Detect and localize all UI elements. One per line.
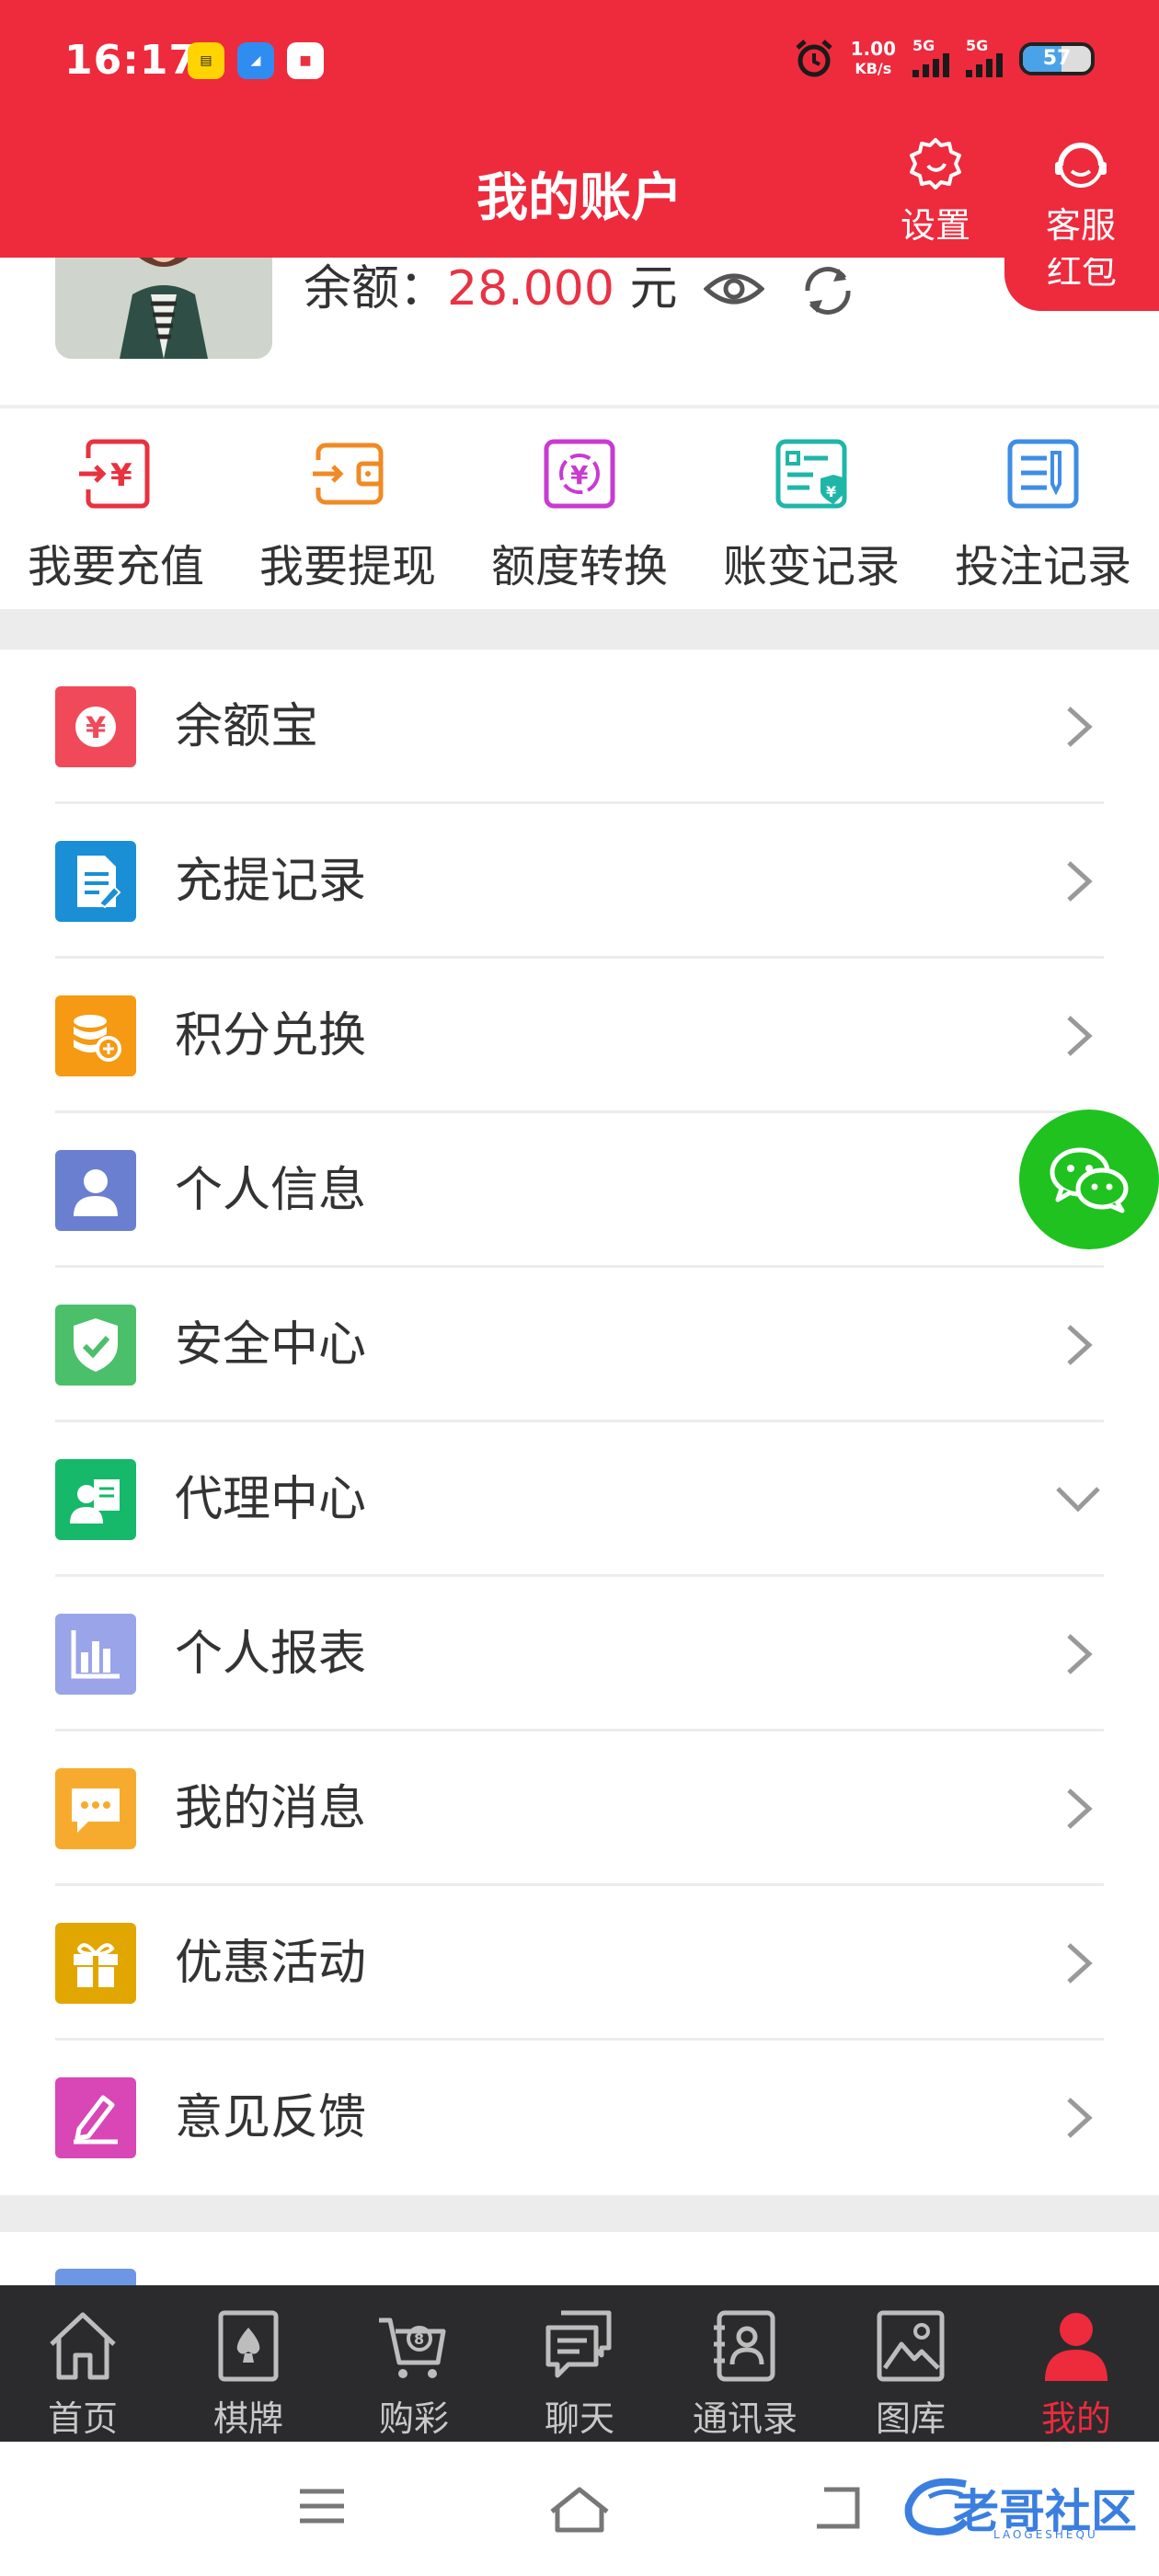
gear-icon (910, 138, 961, 190)
menu-item-feedback[interactable]: 意见反馈 (0, 2041, 1159, 2195)
home-icon (50, 2312, 116, 2380)
menu-item-security-center[interactable]: 安全中心 (0, 1268, 1159, 1422)
agent-icon (55, 1459, 136, 1540)
chevron-right-icon (1067, 1016, 1093, 1056)
tab-home[interactable]: 首页 (0, 2285, 166, 2442)
menu-item-points-exchange[interactable]: 积分兑换 (0, 959, 1159, 1113)
quick-action-withdraw[interactable]: 我要提现 (232, 408, 464, 609)
quick-actions: ¥ 我要充值 我要提现 ¥ 额度转换 ¥ 账变记录 投注记录 (0, 408, 1159, 609)
header-bar: 16:17 ▤ ◢ ■ 1.00 KB/s 5G 5G 57 我的账户 设置 客… (0, 0, 1159, 258)
svg-text:8: 8 (414, 2330, 424, 2348)
menu-icon-partial (55, 2269, 136, 2287)
signal-icon: 5G (912, 37, 949, 77)
menu-icon[interactable] (296, 2484, 348, 2528)
feedback-icon (55, 2077, 136, 2158)
gift-icon (55, 1923, 136, 2004)
recharge-icon: ¥ (79, 439, 150, 509)
wechat-icon (1050, 1147, 1129, 1213)
menu-item-personal-report[interactable]: 个人报表 (0, 1577, 1159, 1731)
customer-service-button[interactable]: 客服 (1030, 136, 1131, 247)
tab-mine[interactable]: 我的 (993, 2285, 1159, 2442)
svg-text:¥: ¥ (86, 710, 106, 745)
menu-item-yuebao[interactable]: ¥ 余额宝 (0, 650, 1159, 804)
points-icon (55, 995, 136, 1076)
headset-icon (1055, 143, 1107, 188)
quick-action-transfer[interactable]: ¥ 额度转换 (464, 408, 695, 609)
balance-display: 余额：28.000 元 (304, 261, 678, 316)
menu-item-personal-info[interactable]: 个人信息 (0, 1113, 1159, 1268)
shield-icon (55, 1305, 136, 1386)
menu-item-promotions[interactable]: 优惠活动 (0, 1886, 1159, 2041)
app-notification-icon: ◢ (237, 42, 274, 79)
cart-icon: 8 (379, 2317, 446, 2378)
account-change-icon: ¥ (775, 439, 847, 509)
refresh-icon[interactable] (798, 263, 857, 318)
chevron-right-icon (1067, 861, 1093, 902)
status-indicators: 1.00 KB/s 5G 5G 57 (794, 37, 1095, 79)
chevron-right-icon (1067, 1788, 1093, 1829)
quick-action-account-change[interactable]: ¥ 账变记录 (695, 408, 927, 609)
menu-item-my-messages[interactable]: 我的消息 (0, 1731, 1159, 1886)
chevron-right-icon (1067, 1943, 1093, 1984)
svg-text:¥: ¥ (110, 457, 132, 494)
tab-gallery[interactable]: 图库 (828, 2285, 993, 2442)
wechat-float-button[interactable] (1019, 1110, 1159, 1249)
app-notification-icon: ■ (287, 42, 324, 79)
home-nav-icon[interactable] (548, 2484, 611, 2536)
svg-text:¥: ¥ (570, 460, 589, 490)
chevron-right-icon (1067, 707, 1093, 747)
chevron-right-icon (1067, 1634, 1093, 1674)
section-gap (0, 609, 1159, 650)
cards-icon (218, 2310, 279, 2382)
chevron-right-icon (1067, 2098, 1093, 2138)
net-speed: 1.00 KB/s (850, 38, 896, 77)
tab-chat[interactable]: 聊天 (497, 2285, 662, 2442)
transfer-icon: ¥ (544, 439, 615, 509)
quick-action-bet-record[interactable]: 投注记录 (927, 408, 1159, 609)
report-icon (55, 1614, 136, 1695)
avatar[interactable] (55, 248, 272, 359)
record-icon (55, 841, 136, 922)
tab-contacts[interactable]: 通讯录 (662, 2285, 828, 2442)
settings-button[interactable]: 设置 (885, 136, 986, 247)
chat-icon (545, 2310, 612, 2378)
status-app-icons: ▤ ◢ ■ (188, 42, 324, 79)
battery-icon: 57 (1019, 42, 1095, 75)
chevron-right-icon (1067, 1325, 1093, 1365)
signal-icon: 5G (966, 37, 1003, 77)
tab-lottery[interactable]: 8 购彩 (331, 2285, 497, 2442)
message-icon (55, 1768, 136, 1849)
tab-cards[interactable]: 棋牌 (166, 2285, 331, 2442)
yuebao-icon: ¥ (55, 686, 136, 767)
watermark: 老哥社区 LAOGESHEQU (901, 2475, 1150, 2541)
alarm-icon (795, 40, 832, 77)
withdraw-icon (311, 443, 384, 505)
user-icon (55, 1150, 136, 1231)
profile-icon (1045, 2313, 1107, 2381)
status-time: 16:17 (64, 37, 199, 84)
svg-text:¥: ¥ (826, 483, 836, 500)
section-gap (0, 2195, 1159, 2232)
contacts-icon (714, 2310, 775, 2382)
menu-item-recharge-withdraw-record[interactable]: 充提记录 (0, 804, 1159, 959)
menu-list: ¥ 余额宝 充提记录 积分兑换 个人信息 安全中心 代理中心 个人报表 我的消息… (0, 650, 1159, 2195)
back-icon[interactable] (809, 2484, 861, 2532)
bottom-tab-bar: 首页 棋牌 8 购彩 聊天 通讯录 图库 我的 (0, 2285, 1159, 2442)
red-packet-button[interactable]: 红包 (1004, 248, 1159, 311)
balance-amount: 28.000 (447, 261, 614, 316)
gallery-icon (877, 2310, 945, 2382)
balance-card: 余额：28.000 元 红包 (0, 248, 1159, 405)
menu-item-agent-center[interactable]: 代理中心 (0, 1422, 1159, 1577)
app-notification-icon: ▤ (188, 42, 224, 79)
chevron-down-icon (1056, 1487, 1100, 1512)
eye-icon[interactable] (704, 269, 764, 309)
bet-record-icon (1007, 439, 1079, 509)
quick-action-recharge[interactable]: ¥ 我要充值 (0, 408, 232, 609)
